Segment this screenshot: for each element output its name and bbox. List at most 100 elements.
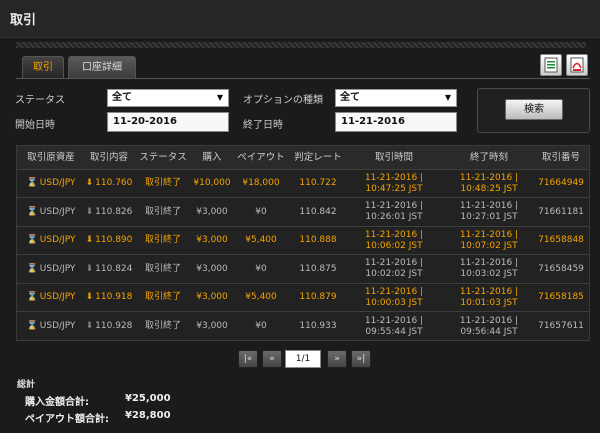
pdf-export-button[interactable] — [566, 54, 588, 76]
header-end-time[interactable]: 終了時刻 — [441, 146, 537, 169]
header-content[interactable]: 取引内容 — [83, 146, 135, 169]
end-date-label: 終了日時 — [243, 120, 283, 131]
trade-time-clock: 10:06:02 JST — [365, 240, 423, 251]
payout-cell: ¥5,400 — [245, 235, 277, 246]
page-title: 取引 — [10, 13, 37, 28]
rate-cell: 110.842 — [299, 206, 337, 217]
end-date-input[interactable]: 11-21-2016 — [335, 112, 457, 132]
asset-cell: ⌛ USD/JPY — [21, 313, 81, 340]
end-time-cell: 11-21-2016 | 10:27:01 JST — [441, 199, 537, 226]
content-text: 110.918 — [95, 292, 133, 303]
asset-text: USD/JPY — [39, 235, 76, 246]
status-cell: 取引終了 — [144, 206, 181, 217]
page-indicator[interactable]: 1/1 — [285, 350, 321, 368]
first-page-button[interactable]: |« — [238, 350, 258, 368]
table-row[interactable]: ⌛ USD/JPY ⬇ 110.918 取引終了 ¥3,000 ¥5,400 110.879 1… — [17, 284, 589, 313]
prev-page-button[interactable]: « — [262, 350, 282, 368]
asset-text: USD/JPY — [39, 263, 76, 274]
summary-title: 総計 — [17, 380, 36, 390]
payout-cell: ¥0 — [255, 321, 267, 331]
purchase-cell: ¥3,000 — [196, 292, 228, 303]
hourglass-icon: ⌛ — [26, 263, 38, 274]
table-row[interactable]: ⌛ USD/JPY ⬇ 110.928 取引終了 ¥3,000 ¥0 110.933 11-21… — [17, 313, 589, 341]
trade-id-cell: 71661181 — [538, 206, 584, 217]
rate-cell: 110.888 — [299, 235, 337, 246]
trade-time-cell: 11-21-2016 | 10:06:02 JST — [351, 227, 437, 254]
arrow-down-icon: ⬇ — [85, 206, 94, 217]
total-purchase-value: ¥25,000 — [125, 393, 171, 404]
asset-text: USD/JPY — [39, 206, 76, 217]
end-time-cell: 11-21-2016 | 10:03:02 JST — [441, 256, 537, 283]
hourglass-icon: ⌛ — [26, 178, 38, 188]
payout-cell: ¥18,000 — [242, 178, 280, 188]
content-cell: ⬇ 110.760 — [83, 170, 135, 197]
content-cell: ⬇ 110.928 — [83, 313, 135, 340]
option-type-select-value: 全て — [340, 92, 360, 103]
asset-cell: ⌛ USD/JPY — [21, 199, 81, 226]
excel-export-icon — [544, 57, 558, 73]
status-cell: 取引終了 — [144, 178, 181, 188]
hourglass-icon: ⌛ — [26, 321, 38, 331]
trade-id-cell: 71664949 — [538, 178, 584, 188]
search-button[interactable]: 検索 — [505, 99, 563, 120]
total-payout-value: ¥28,800 — [125, 410, 171, 421]
end-time-cell: 11-21-2016 | 10:07:02 JST — [441, 227, 537, 254]
trade-time-date: 11-21-2016 | — [364, 172, 424, 183]
header-rate[interactable]: 判定レート — [289, 146, 347, 169]
next-page-button[interactable]: » — [327, 350, 347, 368]
pdf-export-icon — [570, 57, 584, 73]
status-label: ステータス — [15, 95, 65, 106]
purchase-cell: ¥3,000 — [196, 263, 228, 274]
trade-id-cell: 71658459 — [538, 263, 584, 274]
status-cell: 取引終了 — [144, 235, 181, 246]
header-asset[interactable]: 取引原資産 — [21, 146, 81, 169]
table-row[interactable]: ⌛ USD/JPY ⬇ 110.826 取引終了 ¥3,000 ¥0 110.842 11-21… — [17, 199, 589, 227]
table-row[interactable]: ⌛ USD/JPY ⬇ 110.760 取引終了 ¥10,000 ¥18,000 110.72… — [17, 170, 589, 198]
end-time-cell: 11-21-2016 | 10:48:25 JST — [441, 170, 537, 197]
content-text: 110.760 — [95, 178, 133, 188]
status-select[interactable]: 全て ▼ — [107, 89, 229, 107]
header-trade-time[interactable]: 取引時間 — [351, 146, 437, 169]
hourglass-icon: ⌛ — [26, 206, 38, 217]
tab-underline — [16, 78, 590, 79]
end-time-clock: 10:01:03 JST — [460, 297, 518, 308]
end-time-date: 11-21-2016 | — [459, 201, 519, 212]
hourglass-icon: ⌛ — [26, 292, 38, 303]
arrow-down-icon: ⬇ — [85, 263, 94, 274]
start-date-input[interactable]: 11-20-2016 — [107, 112, 229, 132]
table-row[interactable]: ⌛ USD/JPY ⬇ 110.824 取引終了 ¥3,000 ¥0 110.875 11-21… — [17, 256, 589, 284]
excel-export-button[interactable] — [540, 54, 562, 76]
table-row[interactable]: ⌛ USD/JPY ⬇ 110.890 取引終了 ¥3,000 ¥5,400 110.888 1… — [17, 227, 589, 256]
header-payout[interactable]: ペイアウト — [233, 146, 289, 169]
header-status[interactable]: ステータス — [137, 146, 189, 169]
content-text: 110.890 — [95, 235, 133, 246]
header-trade-id[interactable]: 取引番号 — [535, 146, 587, 169]
trade-time-date: 11-21-2016 | — [364, 315, 424, 326]
option-type-select[interactable]: 全て ▼ — [335, 89, 457, 107]
trade-time-clock: 10:00:03 JST — [365, 297, 423, 308]
rate-cell: 110.875 — [299, 263, 337, 274]
last-page-button[interactable]: »| — [351, 350, 371, 368]
rate-cell: 110.879 — [299, 292, 337, 303]
tab-account-details[interactable]: 口座詳細 — [68, 56, 136, 78]
hatch-divider — [16, 42, 586, 48]
trade-id-cell: 71657611 — [538, 321, 584, 331]
content-cell: ⬇ 110.890 — [83, 227, 135, 254]
end-time-date: 11-21-2016 | — [459, 258, 519, 269]
trade-id-cell: 71658185 — [538, 292, 584, 303]
title-bar: 取引 — [0, 0, 600, 38]
asset-cell: ⌛ USD/JPY — [21, 284, 81, 311]
end-time-cell: 11-21-2016 | 09:56:44 JST — [441, 313, 537, 340]
header-purchase[interactable]: 購入 — [193, 146, 231, 169]
asset-cell: ⌛ USD/JPY — [21, 170, 81, 197]
tab-trades[interactable]: 取引 — [22, 56, 64, 78]
trade-time-date: 11-21-2016 | — [364, 229, 424, 240]
end-time-clock: 10:03:02 JST — [460, 269, 518, 280]
end-time-date: 11-21-2016 | — [459, 315, 519, 326]
trade-time-clock: 10:26:01 JST — [365, 212, 423, 223]
trade-id-cell: 71658848 — [538, 235, 584, 246]
end-time-date: 11-21-2016 | — [459, 172, 519, 183]
status-cell: 取引終了 — [144, 263, 181, 274]
end-time-clock: 10:48:25 JST — [460, 183, 518, 194]
end-time-clock: 09:56:44 JST — [460, 326, 518, 337]
